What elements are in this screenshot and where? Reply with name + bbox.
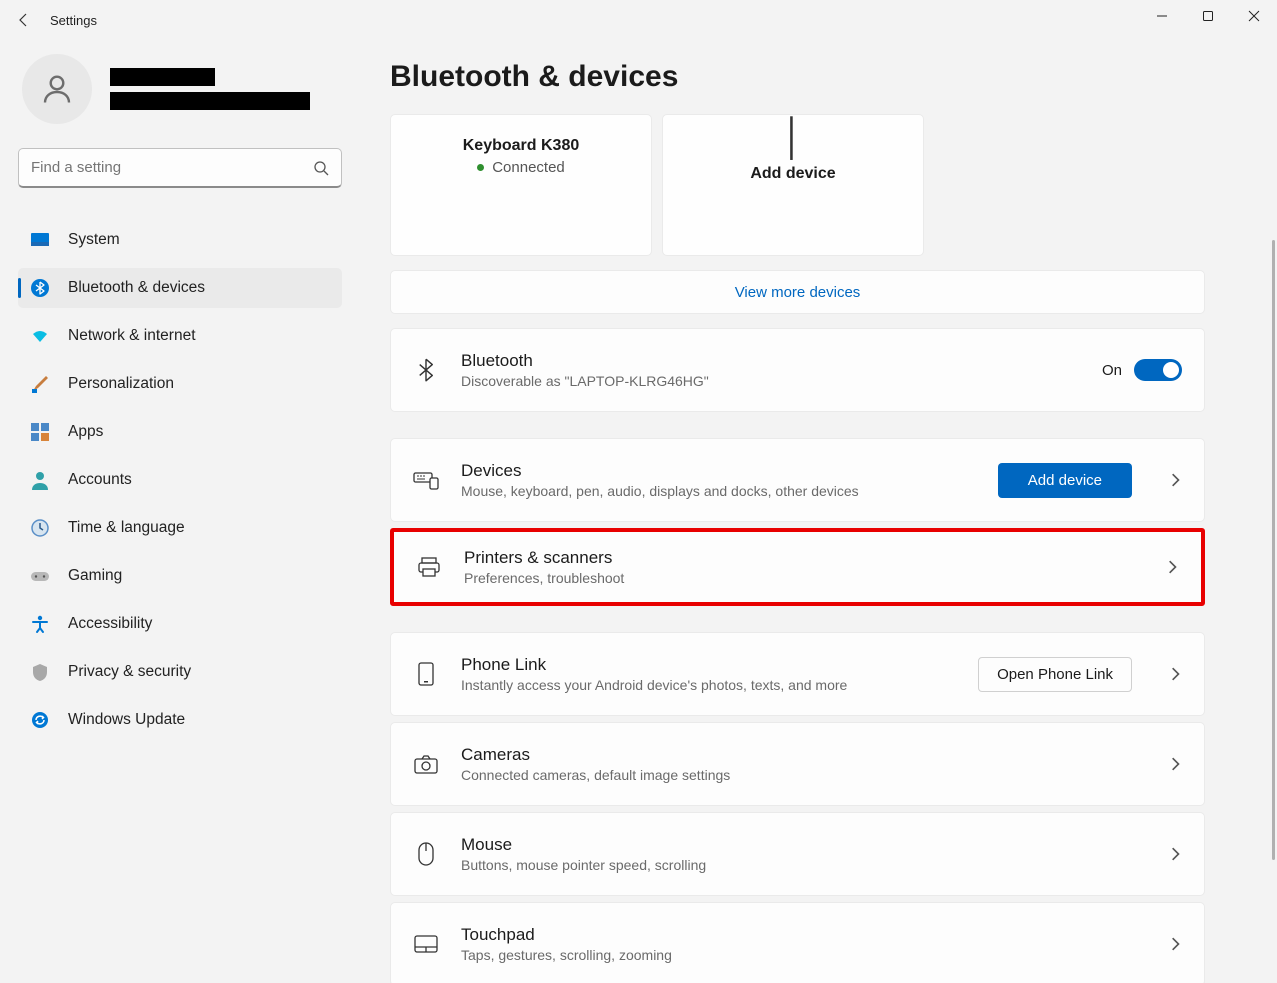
chevron-right-icon bbox=[1165, 560, 1179, 574]
row-subtitle: Instantly access your Android device's p… bbox=[461, 677, 956, 693]
page-heading: Bluetooth & devices bbox=[390, 60, 1237, 94]
nav-privacy[interactable]: Privacy & security bbox=[18, 652, 342, 692]
clock-icon bbox=[30, 518, 50, 538]
nav-apps[interactable]: Apps bbox=[18, 412, 342, 452]
devices-icon bbox=[413, 467, 439, 493]
row-subtitle: Buttons, mouse pointer speed, scrolling bbox=[461, 857, 1132, 873]
row-subtitle: Discoverable as "LAPTOP-KLRG46HG" bbox=[461, 373, 1080, 389]
chevron-right-icon bbox=[1168, 937, 1182, 951]
bluetooth-panel[interactable]: Bluetooth Discoverable as "LAPTOP-KLRG46… bbox=[390, 328, 1205, 412]
mouse-row[interactable]: Mouse Buttons, mouse pointer speed, scro… bbox=[390, 812, 1205, 896]
nav-gaming[interactable]: Gaming bbox=[18, 556, 342, 596]
phone-icon bbox=[413, 661, 439, 687]
row-title: Mouse bbox=[461, 835, 1132, 855]
nav-accessibility[interactable]: Accessibility bbox=[18, 604, 342, 644]
nav-label: Accessibility bbox=[68, 615, 152, 633]
gaming-icon bbox=[30, 566, 50, 586]
row-subtitle: Taps, gestures, scrolling, zooming bbox=[461, 947, 1132, 963]
nav-network[interactable]: Network & internet bbox=[18, 316, 342, 356]
nav-label: Bluetooth & devices bbox=[68, 279, 205, 297]
nav-label: Apps bbox=[68, 423, 103, 441]
open-phone-link-button[interactable]: Open Phone Link bbox=[978, 657, 1132, 692]
avatar bbox=[22, 54, 92, 124]
device-name: Keyboard K380 bbox=[463, 137, 580, 155]
add-device-button[interactable]: Add device bbox=[998, 463, 1132, 498]
devices-row[interactable]: Devices Mouse, keyboard, pen, audio, dis… bbox=[390, 438, 1205, 522]
nav-personalization[interactable]: Personalization bbox=[18, 364, 342, 404]
search-box[interactable] bbox=[18, 148, 342, 188]
row-title: Cameras bbox=[461, 745, 1132, 765]
brush-icon bbox=[30, 374, 50, 394]
chevron-right-icon bbox=[1168, 473, 1182, 487]
search-icon bbox=[313, 160, 329, 176]
cameras-row[interactable]: Cameras Connected cameras, default image… bbox=[390, 722, 1205, 806]
nav-system[interactable]: System bbox=[18, 220, 342, 260]
paired-device-card[interactable]: Keyboard K380 Connected bbox=[390, 114, 652, 256]
search-input[interactable] bbox=[31, 159, 313, 176]
back-button[interactable] bbox=[4, 0, 44, 40]
minimize-button[interactable] bbox=[1139, 0, 1185, 32]
status-dot-icon bbox=[477, 164, 484, 171]
profile-text bbox=[110, 68, 310, 110]
account-icon bbox=[30, 470, 50, 490]
mouse-icon bbox=[413, 841, 439, 867]
nav-label: Network & internet bbox=[68, 327, 196, 345]
nav-label: Accounts bbox=[68, 471, 132, 489]
profile-name-redacted bbox=[110, 68, 215, 86]
titlebar: Settings bbox=[0, 0, 1277, 40]
printers-row[interactable]: Printers & scanners Preferences, trouble… bbox=[390, 528, 1205, 606]
add-device-card[interactable]: │ Add device bbox=[662, 114, 924, 256]
nav-label: Gaming bbox=[68, 567, 122, 585]
nav-update[interactable]: Windows Update bbox=[18, 700, 342, 740]
bluetooth-toggle[interactable] bbox=[1134, 359, 1182, 381]
window-controls bbox=[1139, 0, 1277, 32]
printer-icon bbox=[416, 554, 442, 580]
nav-time[interactable]: Time & language bbox=[18, 508, 342, 548]
row-title: Bluetooth bbox=[461, 351, 1080, 371]
touchpad-row[interactable]: Touchpad Taps, gestures, scrolling, zoom… bbox=[390, 902, 1205, 983]
nav-label: System bbox=[68, 231, 120, 249]
close-button[interactable] bbox=[1231, 0, 1277, 32]
shield-icon bbox=[30, 662, 50, 682]
bluetooth-icon bbox=[413, 357, 439, 383]
update-icon bbox=[30, 710, 50, 730]
profile-email-redacted bbox=[110, 92, 310, 110]
apps-icon bbox=[30, 422, 50, 442]
row-subtitle: Preferences, troubleshoot bbox=[464, 570, 1129, 586]
device-status: Connected bbox=[477, 159, 565, 176]
system-icon bbox=[30, 230, 50, 250]
row-title: Devices bbox=[461, 461, 976, 481]
view-more-devices-link[interactable]: View more devices bbox=[390, 270, 1205, 314]
main-content: Bluetooth & devices Keyboard K380 Connec… bbox=[360, 40, 1277, 983]
chevron-right-icon bbox=[1168, 757, 1182, 771]
plus-icon: │ bbox=[782, 119, 805, 155]
chevron-right-icon bbox=[1168, 667, 1182, 681]
bluetooth-icon bbox=[30, 278, 50, 298]
maximize-button[interactable] bbox=[1185, 0, 1231, 32]
row-subtitle: Connected cameras, default image setting… bbox=[461, 767, 1132, 783]
nav-label: Time & language bbox=[68, 519, 185, 537]
row-title: Phone Link bbox=[461, 655, 956, 675]
wifi-icon bbox=[30, 326, 50, 346]
camera-icon bbox=[413, 751, 439, 777]
toggle-state-label: On bbox=[1102, 362, 1122, 379]
profile-block[interactable] bbox=[18, 54, 342, 124]
nav-label: Windows Update bbox=[68, 711, 185, 729]
chevron-right-icon bbox=[1168, 847, 1182, 861]
nav-label: Privacy & security bbox=[68, 663, 191, 681]
app-title: Settings bbox=[50, 13, 97, 28]
scrollbar-thumb[interactable] bbox=[1272, 240, 1275, 860]
nav-bluetooth[interactable]: Bluetooth & devices bbox=[18, 268, 342, 308]
row-title: Touchpad bbox=[461, 925, 1132, 945]
touchpad-icon bbox=[413, 931, 439, 957]
row-title: Printers & scanners bbox=[464, 548, 1129, 568]
row-subtitle: Mouse, keyboard, pen, audio, displays an… bbox=[461, 483, 976, 499]
accessibility-icon bbox=[30, 614, 50, 634]
phone-link-row[interactable]: Phone Link Instantly access your Android… bbox=[390, 632, 1205, 716]
nav: System Bluetooth & devices Network & int… bbox=[18, 216, 342, 744]
sidebar: System Bluetooth & devices Network & int… bbox=[0, 40, 360, 983]
add-device-label: Add device bbox=[750, 165, 835, 183]
nav-label: Personalization bbox=[68, 375, 174, 393]
nav-accounts[interactable]: Accounts bbox=[18, 460, 342, 500]
